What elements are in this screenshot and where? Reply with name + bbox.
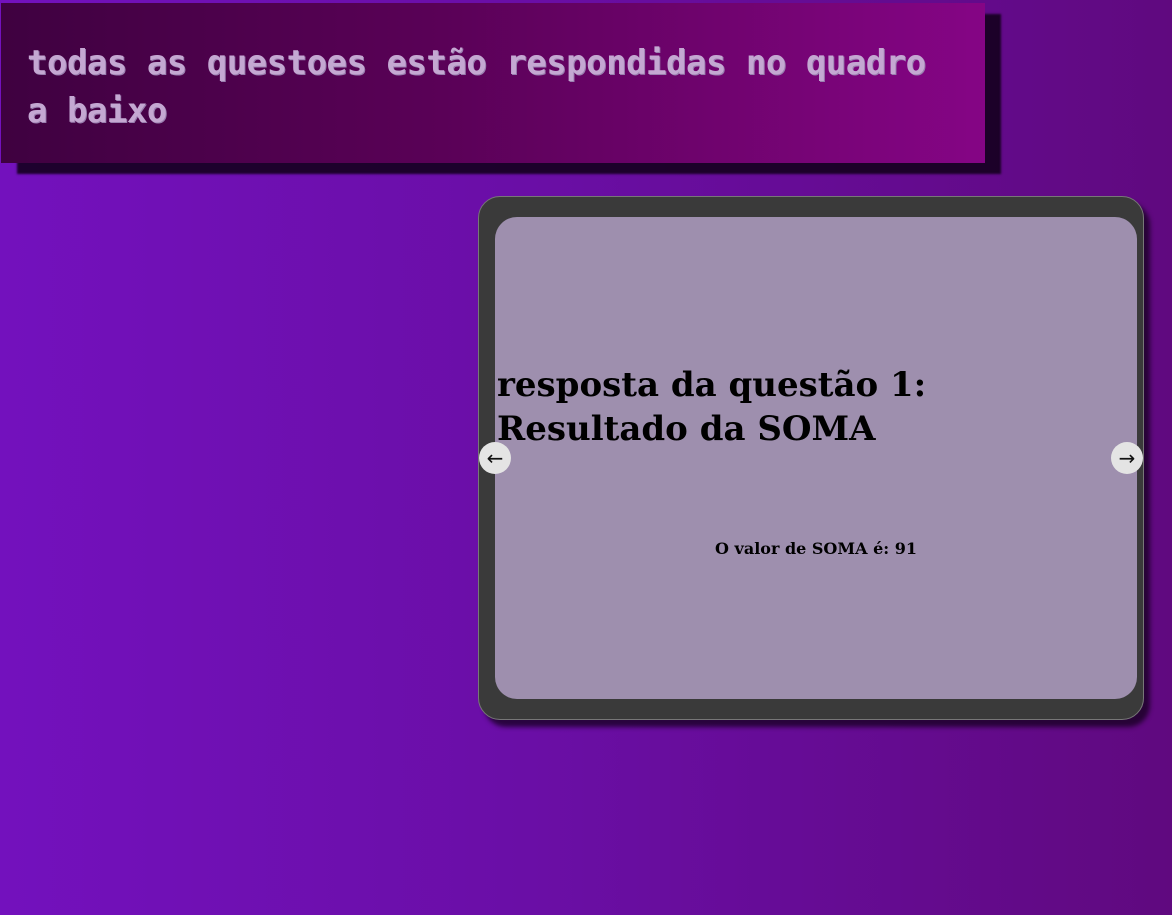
header-banner: todas as questoes estão respondidas no q… xyxy=(1,3,985,163)
next-arrow-button[interactable]: → xyxy=(1111,442,1143,474)
slide-title: resposta da questão 1: Resultado da SOMA xyxy=(497,365,927,449)
slide-result: O valor de SOMA é: 91 xyxy=(715,539,917,558)
prev-arrow-button[interactable]: ← xyxy=(479,442,511,474)
header-title: todas as questoes estão respondidas no q… xyxy=(27,43,926,131)
slide-card: resposta da questão 1: Resultado da SOMA… xyxy=(495,217,1137,699)
answer-slider: resposta da questão 1: Resultado da SOMA… xyxy=(478,196,1144,720)
